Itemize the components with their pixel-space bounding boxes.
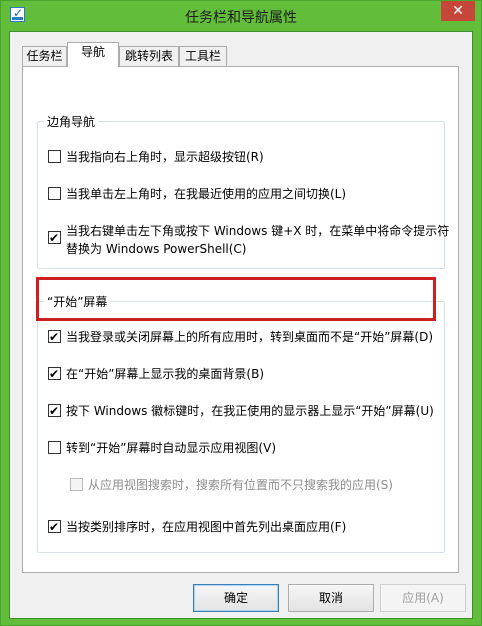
- checkbox[interactable]: [48, 402, 61, 420]
- tab-jump-lists[interactable]: 跳转列表: [119, 46, 179, 66]
- checkbox[interactable]: [48, 365, 61, 383]
- close-button[interactable]: ✕: [441, 1, 475, 21]
- checkbox[interactable]: [48, 441, 61, 454]
- cancel-button[interactable]: 取消: [288, 584, 374, 612]
- option-label: 转到“开始”屏幕时自动显示应用视图(V): [66, 441, 277, 455]
- checkbox[interactable]: [48, 518, 61, 536]
- window-title: 任务栏和导航属性: [185, 10, 297, 26]
- checkbox: [70, 478, 83, 491]
- tab-toolbars[interactable]: 工具栏: [179, 46, 227, 66]
- title-bar[interactable]: ✓ 任务栏和导航属性 ✕: [1, 1, 481, 31]
- dialog-client-area: 任务栏 导航 跳转列表 工具栏 边角导航 当我指向右上角时，显示超级按钮(R) …: [9, 31, 473, 619]
- checkbox[interactable]: [48, 328, 61, 346]
- option-label: 当我指向右上角时，显示超级按钮(R): [66, 150, 264, 164]
- option-label: 当我登录或关闭屏幕上的所有应用时，转到桌面而不是“开始”屏幕(D): [66, 330, 434, 344]
- corner-navigation-label: 边角导航: [44, 113, 99, 130]
- option-label: 从应用视图搜索时，搜索所有位置而不只搜索我的应用(S): [88, 478, 393, 492]
- ok-button[interactable]: 确定: [193, 584, 279, 612]
- checkbox[interactable]: [48, 229, 61, 247]
- option-label: 当我单击左上角时，在我最近使用的应用之间切换(L): [66, 187, 347, 201]
- tab-taskbar[interactable]: 任务栏: [22, 46, 67, 66]
- checkbox[interactable]: [48, 187, 61, 200]
- checkbox[interactable]: [48, 150, 61, 163]
- option-label: 在“开始”屏幕上显示我的桌面背景(B): [66, 367, 265, 381]
- option-label: 当按类别排序时，在应用视图中首先列出桌面应用(F): [66, 520, 347, 534]
- start-screen-group: “开始”屏幕 当我登录或关闭屏幕上的所有应用时，转到桌面而不是“开始”屏幕(D)…: [37, 293, 445, 553]
- properties-window: ✓ 任务栏和导航属性 ✕ 任务栏 导航 跳转列表 工具栏 边角导航 当我指向右上…: [0, 0, 482, 626]
- option-label: 当我右键单击左下角或按下 Windows 键+X 时，在菜单中将命令提示符替换为…: [66, 224, 450, 256]
- corner-navigation-group: 边角导航 当我指向右上角时，显示超级按钮(R) 当我单击左上角时，在我最近使用的…: [37, 113, 449, 269]
- option-label: 按下 Windows 徽标键时，在我正使用的显示器上显示“开始”屏幕(U): [66, 404, 434, 418]
- tab-navigation[interactable]: 导航: [67, 42, 119, 67]
- apply-button: 应用(A): [380, 584, 466, 612]
- highlight-box: [36, 277, 436, 321]
